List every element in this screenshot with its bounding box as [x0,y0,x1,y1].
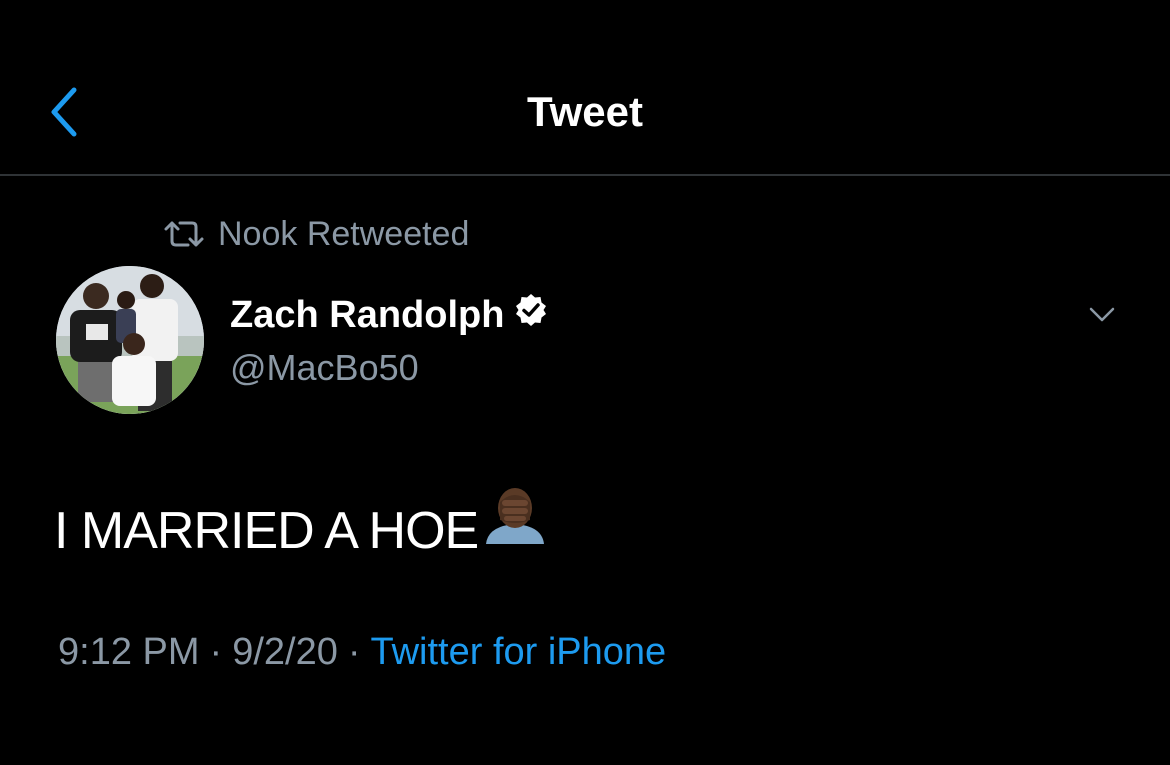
retweet-label: Nook Retweeted [218,214,470,253]
tweet-source-link[interactable]: Twitter for iPhone [371,631,667,673]
separator: · [209,631,223,673]
retweet-icon [164,221,204,247]
face-palm-emoji-icon [480,486,550,559]
tweet-date: 9/2/20 [232,631,338,673]
retweet-context[interactable]: Nook Retweeted [162,212,469,256]
chevron-down-icon [1089,307,1115,322]
author-avatar[interactable] [56,266,204,414]
author-name-text: Zach Randolph [230,294,505,336]
top-navigation-bar: Tweet [0,0,1170,176]
avatar-photo [56,266,204,414]
author-name[interactable]: Zach Randolph [230,292,548,338]
tweet-text: I MARRIED A HOE [54,502,479,560]
more-options-button[interactable] [1086,298,1118,330]
tweet-metadata: 9:12 PM · 9/2/20 · Twitter for iPhone [58,628,666,676]
separator: · [347,631,361,673]
page-title: Tweet [527,88,643,135]
verified-badge-icon [514,292,548,338]
tweet-body: I MARRIED A HOE [54,486,550,563]
tweet-time: 9:12 PM [58,631,200,673]
author-handle[interactable]: @MacBo50 [230,346,419,390]
